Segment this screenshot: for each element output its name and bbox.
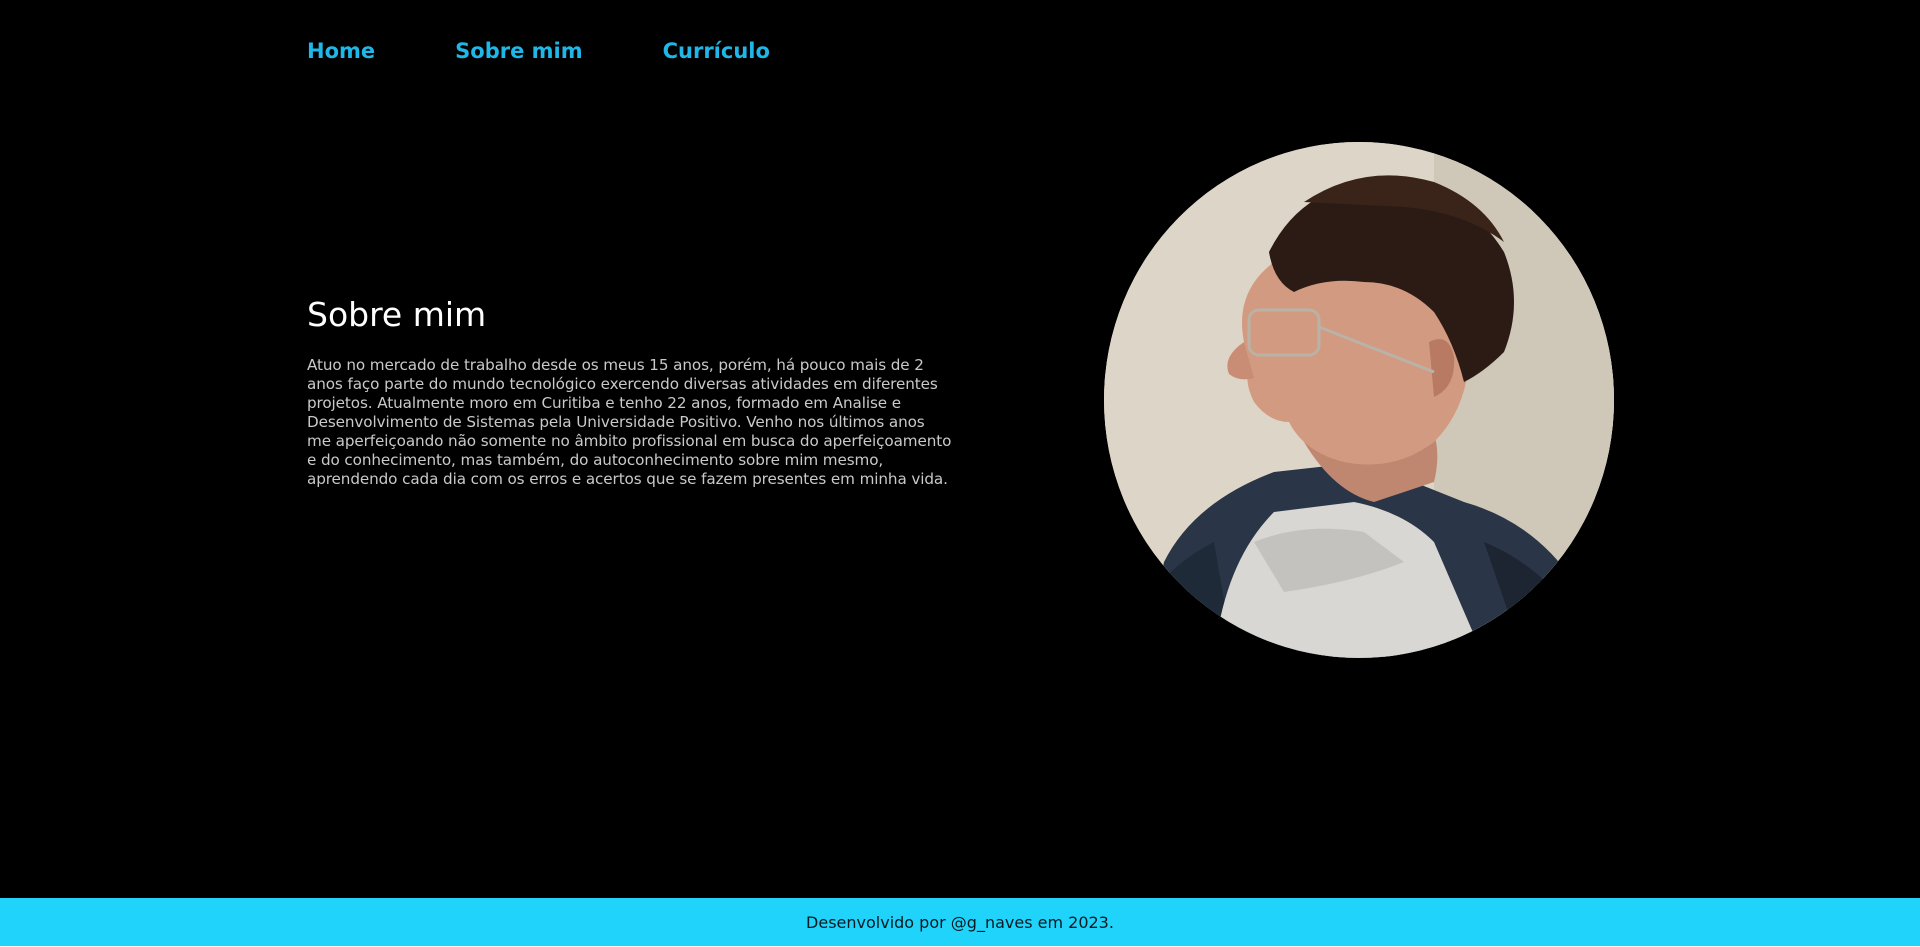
main-nav: Home Sobre mim Currículo xyxy=(307,36,770,66)
nav-link-sobre-mim[interactable]: Sobre mim xyxy=(455,36,582,66)
profile-photo-illustration xyxy=(1104,142,1614,658)
about-body: Atuo no mercado de trabalho desde os meu… xyxy=(307,356,952,488)
footer: Desenvolvido por @g_naves em 2023. xyxy=(0,898,1920,946)
nav-link-home[interactable]: Home xyxy=(307,36,375,66)
profile-photo xyxy=(1104,142,1614,658)
about-title: Sobre mim xyxy=(307,295,487,334)
about-section: Sobre mim Atuo no mercado de trabalho de… xyxy=(307,292,952,489)
page: Home Sobre mim Currículo Sobre mim Atuo … xyxy=(0,0,1920,947)
nav-link-curriculo[interactable]: Currículo xyxy=(663,36,770,66)
footer-text: Desenvolvido por @g_naves em 2023. xyxy=(806,912,1114,932)
